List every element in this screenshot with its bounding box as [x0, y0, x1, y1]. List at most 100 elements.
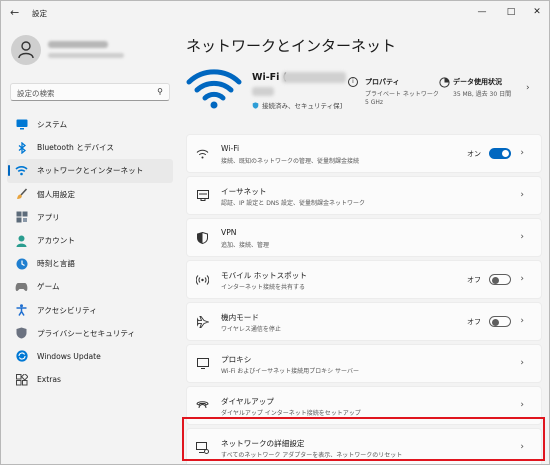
toggle-state-label: オフ — [467, 276, 481, 284]
sidebar-item-label: アカウント — [37, 236, 75, 246]
chevron-right-icon[interactable]: › — [520, 190, 524, 200]
properties-title[interactable]: プロパティ — [365, 77, 400, 87]
properties-network-type: プライベート ネットワーク — [365, 91, 439, 98]
connection-status-text: 接続済み、セキュリティ保] — [262, 102, 343, 110]
info-icon: i — [348, 77, 358, 87]
chevron-right-icon[interactable]: › — [520, 400, 524, 410]
sidebar-item-brush[interactable]: 個人用設定 — [7, 183, 173, 206]
search-input[interactable]: 設定の検索 ⚲ — [10, 83, 170, 101]
sidebar-item-label: 個人用設定 — [37, 189, 75, 199]
title-bar: ← 設定 — □ ✕ — [1, 1, 549, 25]
sidebar-item-extras[interactable]: Extras — [7, 368, 173, 391]
chevron-right-icon[interactable]: › — [520, 358, 524, 368]
row-description: ダイヤルアップ インターネット接続をセットアップ — [221, 410, 361, 417]
bluetooth-icon — [15, 141, 28, 154]
chevron-right-icon[interactable]: › — [520, 316, 524, 326]
wifi-large-icon — [186, 69, 242, 109]
row-description: Wi-Fi およびイーサネット接続用プロキシ サーバー — [221, 368, 359, 375]
sidebar-nav: システム Bluetooth とデバイスネットワークとインターネット 個人用設定アプ… — [7, 113, 173, 391]
toggle-knob — [502, 150, 509, 157]
row-title: ダイヤルアップ — [221, 397, 274, 406]
row-title: VPN — [221, 228, 237, 237]
connection-ssid-redacted — [282, 72, 346, 83]
profile-email-redacted — [48, 53, 124, 58]
apps-icon — [15, 211, 28, 224]
sidebar-item-shield[interactable]: プライバシーとセキュリティ — [7, 322, 173, 345]
account-icon — [15, 234, 28, 247]
maximize-icon[interactable]: □ — [497, 4, 525, 20]
data-usage-amount: 35 MB, 過去 30 日間 — [453, 91, 512, 98]
vpn-shield-icon — [196, 231, 209, 244]
toggle-state-label: オフ — [467, 318, 481, 326]
system-icon — [15, 118, 28, 131]
chevron-right-icon[interactable]: › — [526, 83, 530, 93]
app-title: 設定 — [32, 9, 47, 18]
profile-name-redacted — [48, 41, 108, 48]
close-icon[interactable]: ✕ — [523, 4, 549, 20]
wifi-icon — [196, 147, 209, 160]
avatar[interactable] — [11, 35, 41, 65]
settings-row-vpn-shield[interactable]: VPN 追加、接続、管理 › — [186, 218, 542, 257]
accessibility-icon — [15, 304, 28, 317]
back-arrow-icon[interactable]: ← — [10, 6, 24, 20]
sidebar-item-bluetooth[interactable]: Bluetooth とデバイス — [7, 136, 173, 159]
sidebar-item-account[interactable]: アカウント — [7, 229, 173, 252]
row-description: 追加、接続、管理 — [221, 242, 270, 249]
brush-icon — [15, 188, 28, 201]
chevron-right-icon[interactable]: › — [520, 274, 524, 284]
toggle-switch[interactable] — [489, 274, 511, 285]
toggle-state-label: オン — [467, 150, 481, 158]
sidebar-item-time-language[interactable]: 時刻と言語 — [7, 252, 173, 275]
sidebar-item-windows-update[interactable]: Windows Update — [7, 345, 173, 368]
hotspot-icon — [196, 273, 209, 286]
game-icon — [15, 280, 28, 293]
sidebar-item-label: ネットワークとインターネット — [37, 166, 144, 176]
sidebar-item-label: Windows Update — [37, 351, 101, 361]
settings-row-proxy[interactable]: プロキシ Wi-Fi およびイーサネット接続用プロキシ サーバー › — [186, 344, 542, 383]
dialup-icon — [196, 399, 209, 412]
sidebar-item-label: Extras — [37, 375, 62, 385]
proxy-icon — [196, 357, 209, 370]
sidebar-item-label: 時刻と言語 — [37, 259, 75, 269]
sidebar-item-system[interactable]: システム — [7, 113, 173, 136]
sidebar-item-accessibility[interactable]: アクセシビリティ — [7, 299, 173, 322]
toggle-knob — [492, 276, 499, 284]
toggle-switch[interactable] — [489, 316, 511, 327]
row-title: 機内モード — [221, 313, 259, 322]
chevron-right-icon[interactable]: › — [520, 148, 524, 158]
sidebar-item-label: アクセシビリティ — [37, 305, 97, 315]
connection-status: 接続済み、セキュリティ保] — [252, 100, 342, 110]
sidebar-item-network[interactable]: ネットワークとインターネット — [7, 159, 173, 183]
sidebar-item-apps[interactable]: アプリ — [7, 206, 173, 229]
network-icon — [15, 164, 28, 177]
toggle-knob — [492, 318, 499, 326]
toggle-switch[interactable] — [489, 148, 511, 159]
ethernet-icon — [196, 189, 209, 202]
sidebar-item-label: ゲーム — [37, 282, 60, 292]
settings-window: ← 設定 — □ ✕ 設定の検索 ⚲ システム Bluetooth とデバイスネッ… — [0, 0, 550, 465]
row-description: 接続、既知のネットワークの管理、従量制課金接続 — [221, 158, 360, 165]
sidebar-item-label: プライバシーとセキュリティ — [37, 328, 136, 338]
row-title: Wi-Fi — [221, 144, 240, 153]
settings-row-hotspot[interactable]: モバイル ホットスポット インターネット接続を共有する オフ › — [186, 260, 542, 299]
sidebar-item-label: アプリ — [37, 212, 60, 222]
data-usage-title[interactable]: データ使用状況 — [453, 77, 502, 87]
chevron-right-icon[interactable]: › — [520, 232, 524, 242]
row-description: 認証、IP 設定と DNS 設定、従量制課金ネットワーク — [221, 200, 366, 207]
extras-icon — [15, 373, 28, 386]
highlight-box — [182, 417, 545, 461]
settings-row-ethernet[interactable]: イーサネット 認証、IP 設定と DNS 設定、従量制課金ネットワーク › — [186, 176, 542, 215]
settings-list: Wi-Fi 接続、既知のネットワークの管理、従量制課金接続 オン › イーサネット 認証、… — [186, 134, 542, 464]
sidebar-item-game[interactable]: ゲーム — [7, 275, 173, 298]
settings-row-wifi[interactable]: Wi-Fi 接続、既知のネットワークの管理、従量制課金接続 オン › — [186, 134, 542, 173]
row-title: モバイル ホットスポット — [221, 271, 307, 280]
connection-ssid-redacted-2 — [252, 87, 274, 96]
windows-update-icon — [15, 350, 28, 363]
settings-row-airplane[interactable]: 機内モードワイヤレス通信を停止 オフ › — [186, 302, 542, 341]
row-description: インターネット接続を共有する — [221, 284, 306, 291]
row-title: プロキシ — [221, 355, 252, 364]
shield-status-icon — [252, 101, 259, 109]
row-description: ワイヤレス通信を停止 — [221, 326, 281, 333]
properties-band: 5 GHz — [365, 99, 384, 106]
minimize-icon[interactable]: — — [468, 4, 496, 20]
